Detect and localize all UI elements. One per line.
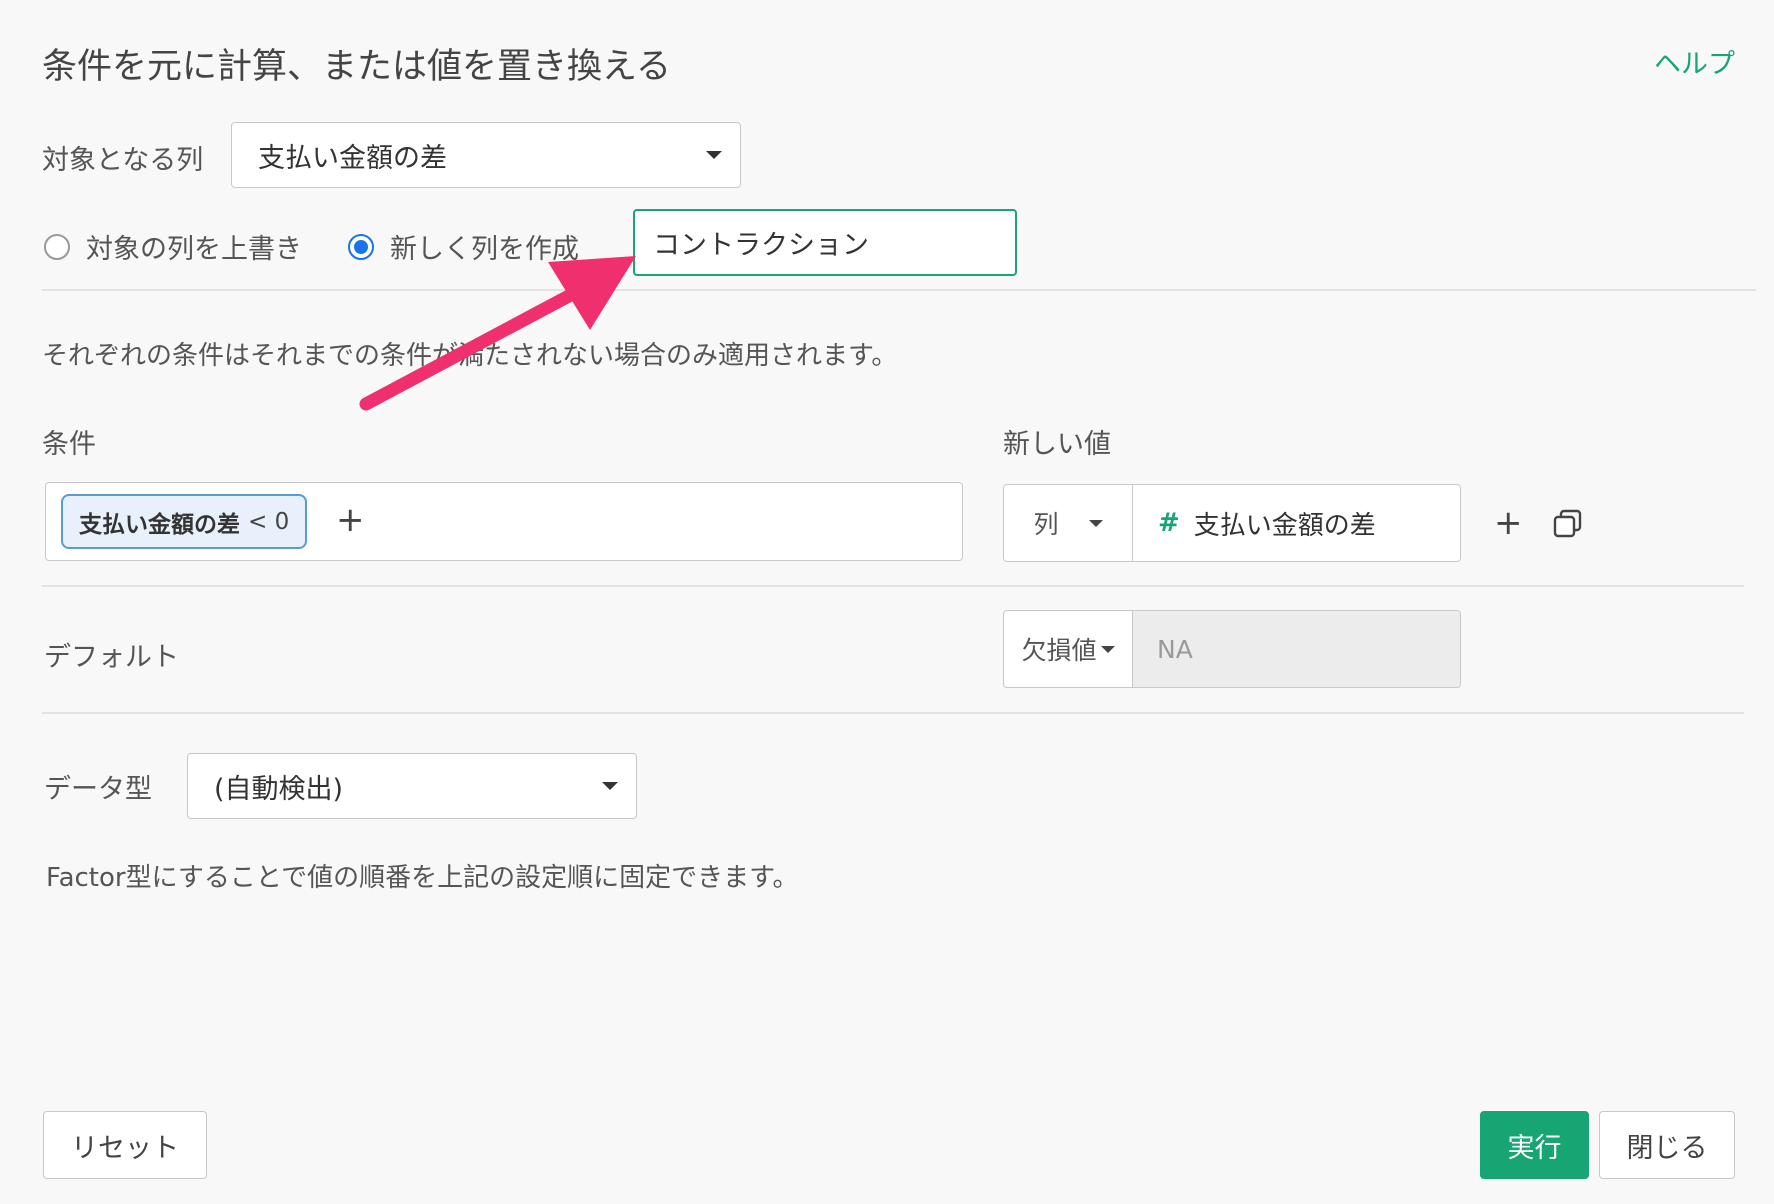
add-condition-plus-icon[interactable]: +: [336, 503, 365, 537]
reset-button[interactable]: リセット: [43, 1111, 207, 1179]
chevron-down-icon: [706, 151, 722, 159]
default-type-dropdown[interactable]: 欠損値: [1004, 611, 1133, 687]
value-type-label: 列: [1033, 510, 1059, 539]
new-column-name-value: コントラクション: [653, 230, 869, 261]
divider: [42, 712, 1744, 714]
divider: [42, 585, 1744, 587]
data-type-label: データ型: [44, 774, 152, 805]
radio-button-icon[interactable]: [44, 233, 70, 260]
radio-overwrite-label: 対象の列を上書き: [86, 234, 302, 265]
chevron-down-icon: [1088, 519, 1103, 527]
target-column-label: 対象となる列: [42, 145, 204, 176]
condition-chip-operator: < 0: [248, 508, 290, 535]
radio-new-column[interactable]: 新しく列を作成: [348, 227, 579, 266]
condition-chip-column: 支払い金額の差: [79, 511, 240, 538]
data-type-value: (自動検出): [214, 773, 344, 805]
divider: [42, 289, 1756, 291]
radio-new-column-label: 新しく列を作成: [390, 234, 579, 265]
copy-icon[interactable]: [1553, 509, 1583, 539]
value-column-select[interactable]: # 支払い金額の差: [1133, 485, 1460, 561]
data-type-select[interactable]: (自動検出): [187, 753, 637, 819]
help-link[interactable]: ヘルプ: [1654, 42, 1735, 81]
value-column-label: 支払い金額の差: [1193, 510, 1376, 541]
new-column-name-input[interactable]: コントラクション: [633, 209, 1017, 276]
default-value-input: NA: [1133, 611, 1460, 687]
new-value-header: 新しい値: [1003, 429, 1111, 460]
new-value-group: 列 # 支払い金額の差: [1003, 484, 1461, 562]
condition-header: 条件: [42, 429, 96, 460]
data-type-note: Factor型にすることで値の順番を上記の設定順に固定できます。: [46, 863, 799, 893]
target-column-select[interactable]: 支払い金額の差: [231, 122, 741, 188]
run-button[interactable]: 実行: [1480, 1111, 1589, 1179]
condition-box[interactable]: 支払い金額の差 < 0 +: [45, 482, 963, 561]
numeric-column-icon: #: [1158, 508, 1180, 538]
default-label: デフォルト: [44, 642, 179, 673]
condition-chip[interactable]: 支払い金額の差 < 0: [61, 494, 308, 549]
chevron-down-icon: [602, 782, 618, 790]
radio-button-selected-icon[interactable]: [348, 233, 374, 260]
default-type-label: 欠損値: [1021, 636, 1097, 665]
default-value-text: NA: [1157, 634, 1193, 664]
dialog-title: 条件を元に計算、または値を置き換える: [42, 47, 671, 87]
radio-overwrite[interactable]: 対象の列を上書き: [44, 227, 302, 266]
add-row-plus-icon[interactable]: +: [1494, 506, 1523, 540]
target-column-value: 支払い金額の差: [258, 142, 447, 174]
default-group: 欠損値 NA: [1003, 610, 1461, 688]
conditions-note: それぞれの条件はそれまでの条件が満たされない場合のみ適用されます。: [42, 341, 898, 371]
chevron-down-icon: [1100, 645, 1115, 653]
value-type-dropdown[interactable]: 列: [1004, 485, 1133, 561]
close-button[interactable]: 閉じる: [1599, 1111, 1735, 1179]
